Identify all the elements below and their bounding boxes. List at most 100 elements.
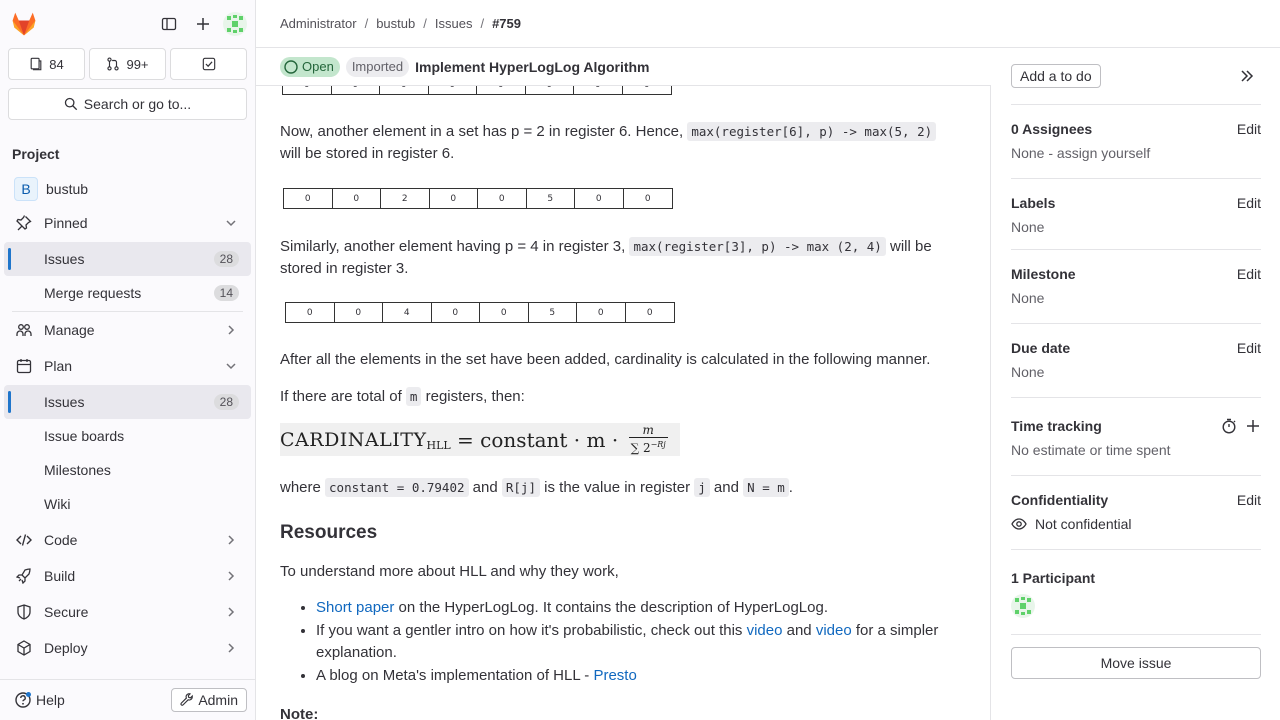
sidebar-item-manage[interactable]: Manage <box>4 313 251 347</box>
short-paper-link[interactable]: Short paper <box>316 599 394 616</box>
sidebar-item-code[interactable]: Code <box>4 523 251 557</box>
move-issue-button[interactable]: Move issue <box>1011 647 1261 679</box>
sidebar-item-label: Deploy <box>44 640 88 656</box>
divider <box>1011 634 1261 635</box>
milestone-value: None <box>1011 290 1045 306</box>
sidebar-item-pinned-issues[interactable]: Issues 28 <box>4 242 251 276</box>
labels-value: None <box>1011 219 1045 235</box>
search-button[interactable]: Search or go to... <box>8 88 247 120</box>
list-item: If you want a gentler intro on how it's … <box>316 620 960 664</box>
sidebar-item-issue-boards[interactable]: Issue boards <box>4 419 251 453</box>
labels-title: Labels <box>1011 195 1056 211</box>
add-todo-button[interactable]: Add a to do <box>1011 64 1101 88</box>
gitlab-logo-icon[interactable] <box>10 10 38 38</box>
issue-sticky-header: Open Imported Implement HyperLogLog Algo… <box>256 48 991 86</box>
merge-requests-count: 99+ <box>126 56 149 72</box>
breadcrumb-separator: / <box>480 16 485 31</box>
description-paragraph: After all the elements in the set have b… <box>280 351 931 368</box>
video-link[interactable]: video <box>747 622 783 639</box>
sidebar-item-pinned-merge-requests[interactable]: Merge requests 14 <box>4 276 251 310</box>
register-cell: 5 <box>529 303 577 322</box>
sidebar-item-plan[interactable]: Plan <box>4 349 251 383</box>
admin-button[interactable]: Admin <box>171 688 247 712</box>
list-item: Short paper on the HyperLogLog. It conta… <box>316 597 960 619</box>
sidebar-item-label: Issues <box>44 394 85 410</box>
breadcrumb-item[interactable]: Administrator <box>280 16 357 31</box>
todos-button[interactable] <box>170 48 247 80</box>
resources-list: Short paper on the HyperLogLog. It conta… <box>280 597 960 688</box>
description-paragraph: Similarly, another element having p = 4 … <box>280 236 960 280</box>
edit-due-date-button[interactable]: Edit <box>1237 340 1261 356</box>
merge-requests-button[interactable]: 99+ <box>89 48 166 80</box>
presto-link[interactable]: Presto <box>593 667 636 684</box>
register-cell: 0 <box>575 189 624 208</box>
inline-code: max(register[6], p) -> max(5, 2) <box>687 122 937 141</box>
issue-open-icon <box>284 59 298 74</box>
register-cell: 0 <box>430 189 478 208</box>
add-time-icon[interactable] <box>1245 418 1261 434</box>
sidebar-project-link[interactable]: B bustub <box>4 172 251 206</box>
formula-numerator: m <box>642 423 654 437</box>
text: registers, then: <box>421 388 525 405</box>
formula-subscript: HLL <box>426 439 451 452</box>
chevron-right-icon <box>223 604 239 620</box>
breadcrumb-item[interactable]: Issues <box>435 16 473 31</box>
edit-labels-button[interactable]: Edit <box>1237 195 1261 211</box>
participants-block: 1 Participant <box>1011 570 1261 621</box>
text: Similarly, another element having p = 4 … <box>280 238 630 255</box>
due-date-title: Due date <box>1011 340 1071 356</box>
toggle-sidebar-icon[interactable] <box>155 10 183 38</box>
user-avatar[interactable] <box>223 12 247 36</box>
sidebar-item-deploy[interactable]: Deploy <box>4 631 251 665</box>
help-button[interactable]: Help <box>14 691 65 709</box>
assigned-issues-button[interactable]: 84 <box>8 48 85 80</box>
sidebar-item-wiki[interactable]: Wiki <box>4 487 251 521</box>
register-cell: 0 <box>335 303 383 322</box>
sidebar-header <box>0 0 255 48</box>
description-paragraph: If there are total of m registers, then: <box>280 386 960 408</box>
text: If there are total of <box>280 388 406 405</box>
cardinality-formula-image: CARDINALITY HLL = constant · m · m ∑ 2−Rj <box>280 423 680 456</box>
issues-icon <box>30 57 42 71</box>
sidebar-pinned-toggle[interactable]: Pinned <box>4 206 251 240</box>
sidebar-item-plan-issues[interactable]: Issues 28 <box>4 385 251 419</box>
search-label: Search or go to... <box>83 96 192 112</box>
resources-heading: Resources <box>280 522 960 544</box>
formula-fraction: m ∑ 2−Rj <box>628 423 668 455</box>
issues-badge: 28 <box>213 251 239 267</box>
video-link[interactable]: video <box>816 622 852 639</box>
stopwatch-icon[interactable] <box>1221 418 1237 434</box>
formula-sum: ∑ 2 <box>630 441 651 455</box>
project-avatar: B <box>14 177 38 201</box>
participant-avatar[interactable] <box>1011 594 1261 621</box>
sidebar-item-build[interactable]: Build <box>4 559 251 593</box>
sidebar-item-label: Merge requests <box>44 285 142 301</box>
issue-description: 00000000 Now, another element in a set h… <box>256 86 991 720</box>
imported-badge: Imported <box>345 56 410 77</box>
confidentiality-value: Not confidential <box>1035 516 1132 532</box>
chevron-right-icon <box>223 532 239 548</box>
register-cell: 0 <box>283 86 332 94</box>
sidebar-item-secure[interactable]: Secure <box>4 595 251 629</box>
edit-assignees-button[interactable]: Edit <box>1237 121 1261 137</box>
edit-milestone-button[interactable]: Edit <box>1237 266 1261 282</box>
breadcrumb-item[interactable]: bustub <box>376 16 415 31</box>
divider <box>1011 323 1261 324</box>
edit-confidentiality-button[interactable]: Edit <box>1237 492 1261 508</box>
time-tracking-block: Time tracking No estimate or time spent <box>1011 418 1261 458</box>
create-new-icon[interactable] <box>189 10 217 38</box>
issues-badge: 28 <box>213 394 239 410</box>
sidebar-item-milestones[interactable]: Milestones <box>4 453 251 487</box>
collapse-sidebar-icon[interactable] <box>1239 68 1255 87</box>
inline-code: N = m <box>743 478 789 497</box>
register-cell: 0 <box>284 189 333 208</box>
register-cell: 0 <box>644 193 651 204</box>
register-cell: 0 <box>286 303 335 322</box>
register-cell: 0 <box>432 303 480 322</box>
text: is the value in register <box>539 479 695 496</box>
assignees-value[interactable]: None - assign yourself <box>1011 145 1261 161</box>
code-icon <box>16 532 32 548</box>
text: where <box>280 479 326 496</box>
breadcrumb-current[interactable]: #759 <box>492 16 521 31</box>
confidentiality-block: Confidentiality Edit Not confidential <box>1011 492 1261 532</box>
